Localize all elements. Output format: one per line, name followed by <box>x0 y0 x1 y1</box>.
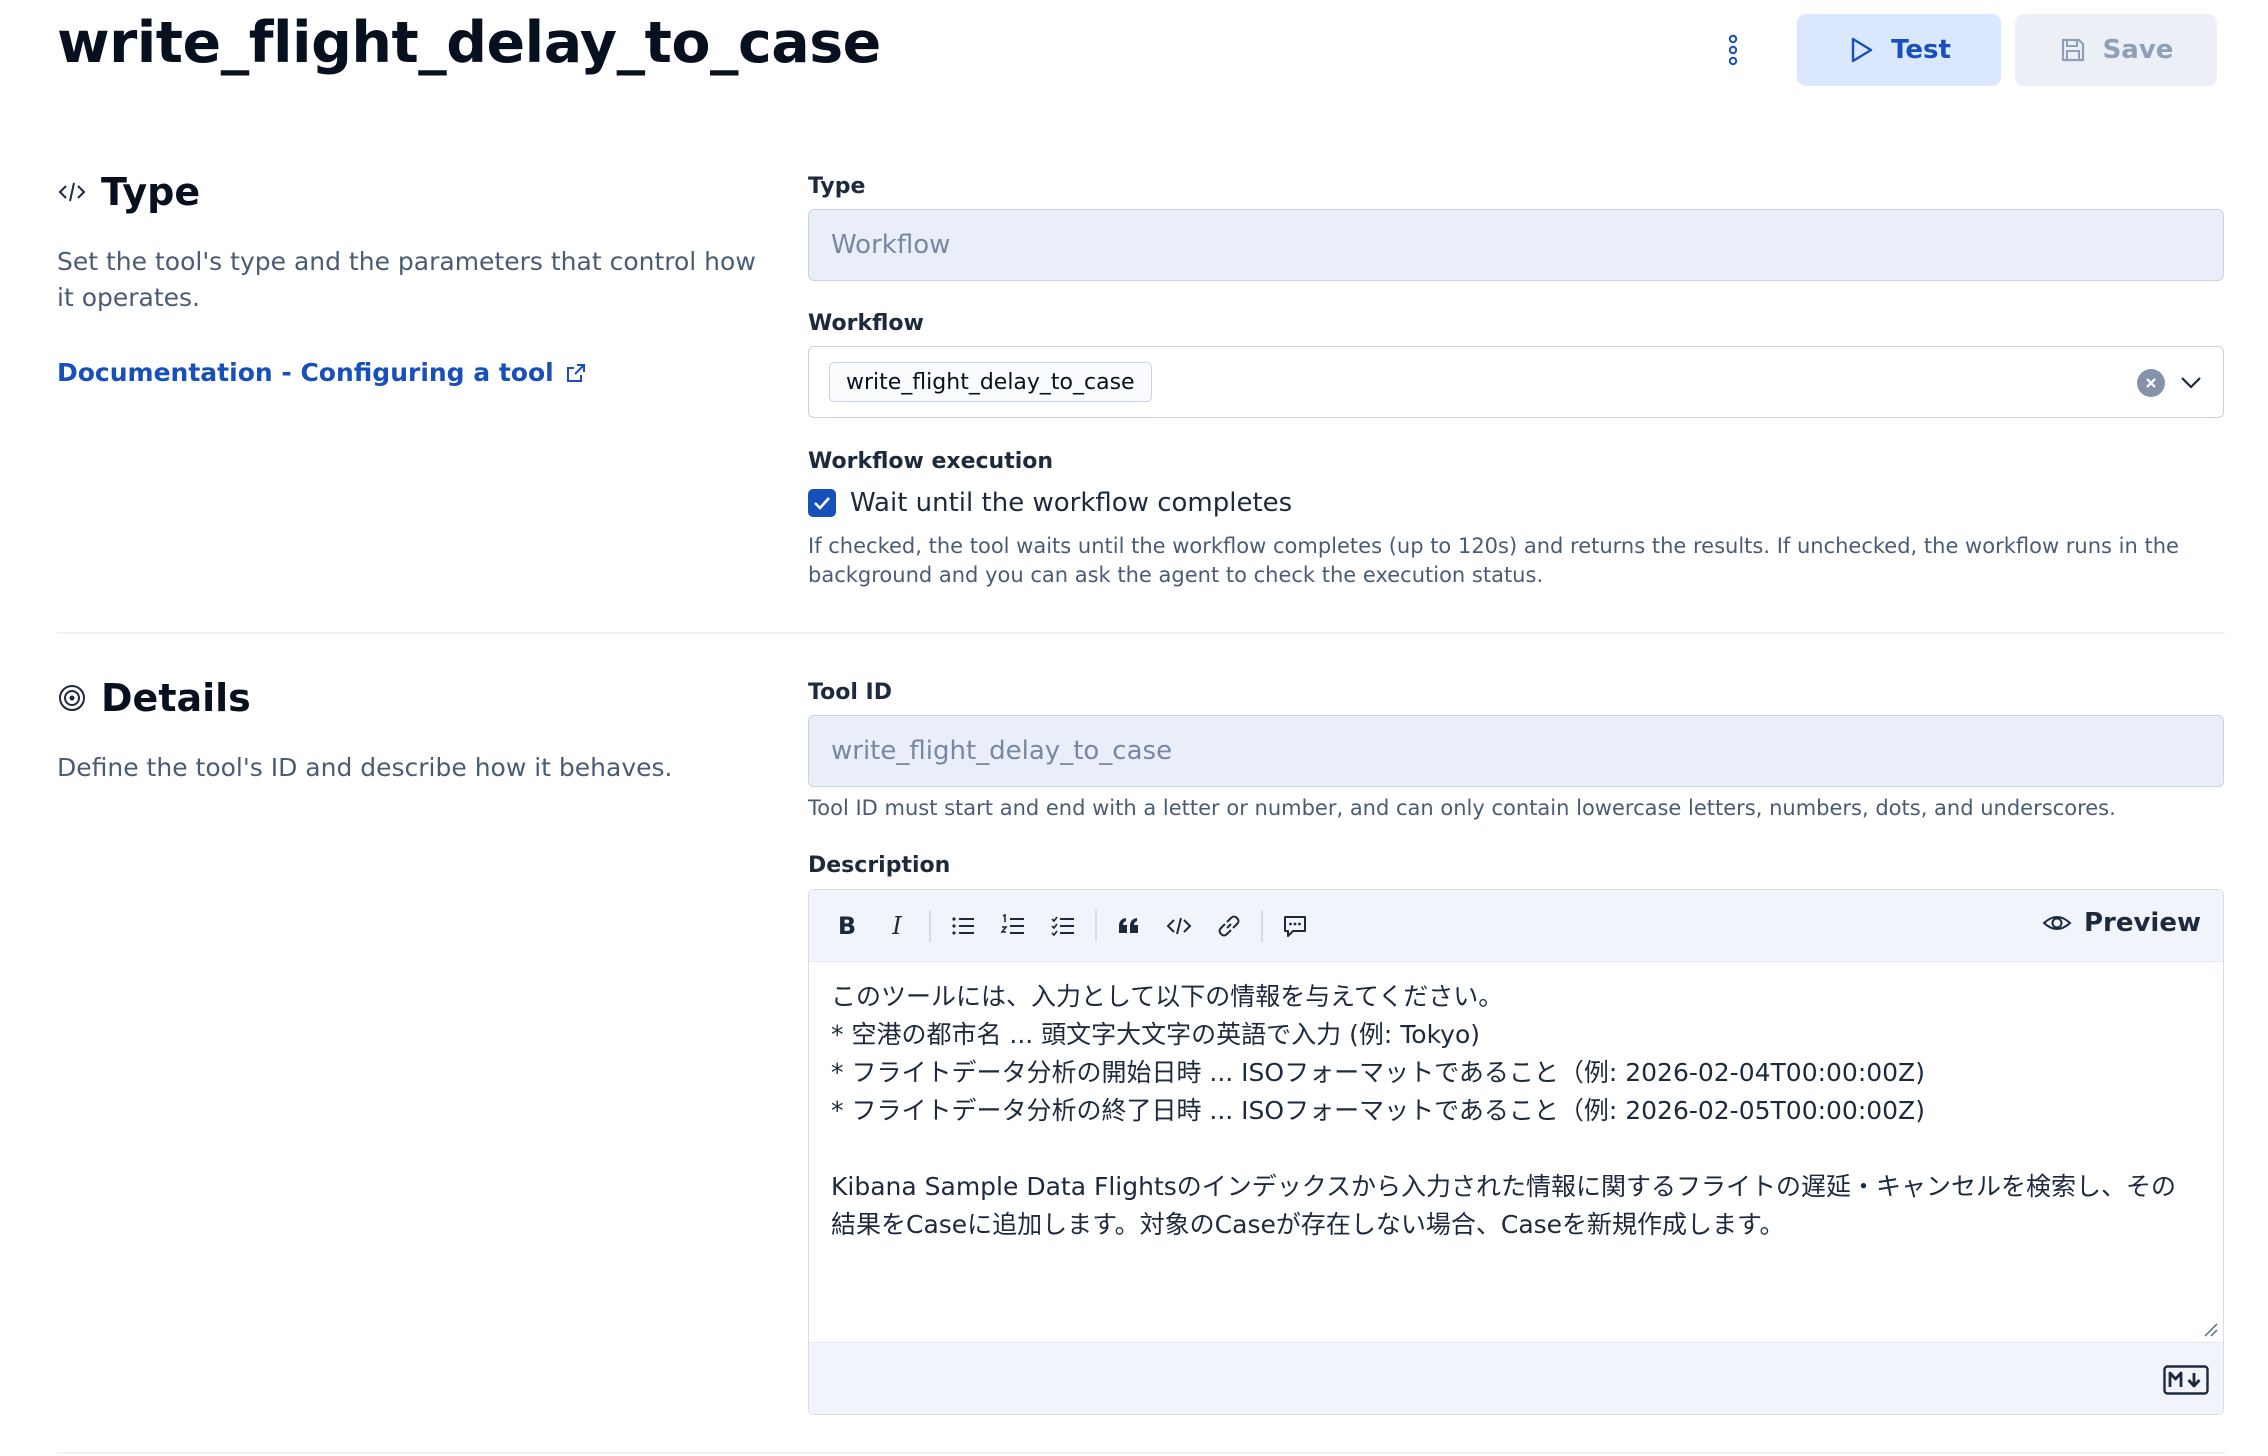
numbered-list-button[interactable] <box>991 904 1035 948</box>
wait-until-complete-checkbox[interactable]: Wait until the workflow completes <box>808 488 1292 518</box>
check-icon <box>814 497 830 510</box>
toolbar-separator <box>1261 909 1263 942</box>
comment-icon <box>1284 915 1306 937</box>
code-icon <box>1166 917 1192 934</box>
documentation-link[interactable]: Documentation - Configuring a tool <box>57 358 586 387</box>
link-button[interactable] <box>1207 904 1251 948</box>
bold-button[interactable]: B <box>825 904 869 948</box>
type-section-title: Type <box>101 170 201 214</box>
markdown-editor: B I Preview このツールには、入力として以下の情報を与えてください。 … <box>808 889 2224 1415</box>
play-icon <box>1851 37 1873 63</box>
link-icon <box>1218 915 1240 936</box>
workflow-execution-label: Workflow execution <box>808 449 1054 474</box>
checklist-icon <box>1051 916 1074 936</box>
clear-selection-button[interactable] <box>2137 369 2165 397</box>
bullet-list-icon <box>952 916 974 935</box>
save-button[interactable]: Save <box>2015 14 2217 86</box>
workflow-field-label: Workflow <box>808 311 924 336</box>
preview-button-label: Preview <box>2083 908 2201 938</box>
editor-toolbar: B I Preview <box>809 890 2223 962</box>
test-button-label: Test <box>1891 35 1951 65</box>
test-button[interactable]: Test <box>1797 14 2001 86</box>
type-section-description: Set the tool's type and the parameters t… <box>57 247 756 312</box>
type-section-heading: Type <box>57 170 200 214</box>
target-icon <box>57 683 87 713</box>
save-icon <box>2061 38 2084 62</box>
toolbar-separator <box>1095 909 1097 942</box>
workflow-execution-help: If checked, the tool waits until the wor… <box>808 534 2179 587</box>
workflow-combobox[interactable]: write_flight_delay_to_case <box>808 346 2224 418</box>
editor-footer <box>809 1342 2223 1414</box>
details-section-title: Details <box>101 676 251 720</box>
external-link-icon <box>566 363 585 382</box>
code-button[interactable] <box>1157 904 1201 948</box>
section-divider <box>57 632 2225 634</box>
description-textarea[interactable]: このツールには、入力として以下の情報を与えてください。 * 空港の都市名 ...… <box>809 962 2223 1342</box>
checkbox-label: Wait until the workflow completes <box>850 488 1293 518</box>
comment-button[interactable] <box>1273 904 1317 948</box>
documentation-link-label: Documentation - Configuring a tool <box>57 358 554 387</box>
kebab-menu-icon <box>1728 34 1738 66</box>
bullet-list-button[interactable] <box>941 904 985 948</box>
bottom-divider <box>57 1452 2225 1454</box>
numbered-list-icon <box>1000 913 1024 934</box>
save-button-label: Save <box>2102 35 2174 65</box>
chevron-down-icon[interactable] <box>2179 371 2203 395</box>
close-icon <box>2146 378 2156 388</box>
eye-icon <box>2042 916 2072 930</box>
toolbar-separator <box>929 909 931 942</box>
resize-handle-icon[interactable] <box>2201 1320 2219 1338</box>
header-actions: Test Save <box>1709 14 2217 86</box>
code-icon <box>57 177 87 207</box>
tool-id-label: Tool ID <box>808 680 892 705</box>
details-section-description: Define the tool's ID and describe how it… <box>57 753 673 782</box>
description-label: Description <box>808 853 951 878</box>
quote-button[interactable] <box>1107 904 1151 948</box>
type-field-label: Type <box>808 174 866 199</box>
more-options-button[interactable] <box>1709 14 1757 86</box>
quote-icon <box>1119 917 1138 933</box>
italic-button[interactable]: I <box>875 904 919 948</box>
tool-id-help: Tool ID must start and end with a letter… <box>808 796 2116 820</box>
checkbox-checked[interactable] <box>808 489 836 517</box>
page-title: write_flight_delay_to_case <box>57 10 881 76</box>
workflow-selected-pill: write_flight_delay_to_case <box>829 362 1152 402</box>
checklist-button[interactable] <box>1041 904 1085 948</box>
type-field: Workflow <box>808 209 2224 281</box>
details-section-heading: Details <box>57 676 251 720</box>
markdown-icon <box>2163 1365 2209 1395</box>
tool-id-field: write_flight_delay_to_case <box>808 715 2224 787</box>
preview-button[interactable]: Preview <box>2042 908 2201 938</box>
